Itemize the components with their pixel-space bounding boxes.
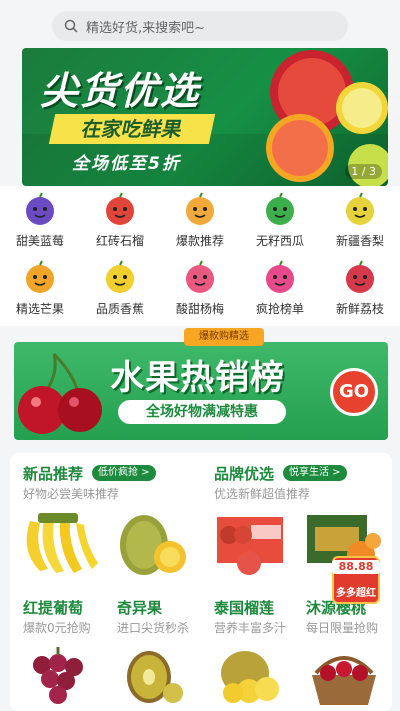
banana-icon	[106, 260, 134, 293]
new-products-desc: 好物必尝美味推荐	[23, 487, 120, 501]
watermelon-icon	[266, 192, 294, 225]
category-label: 无籽西瓜	[255, 234, 304, 248]
search-icon	[64, 19, 78, 33]
durian-image	[221, 651, 279, 703]
promo-subtitle: 全场好物满减特惠	[118, 400, 286, 424]
mini-card-desc: 营养丰富多汁	[214, 621, 287, 635]
search-placeholder: 精选好货,来搜索吧~	[86, 20, 206, 36]
promo-title: 水果热销榜	[110, 358, 285, 398]
banana-image	[26, 513, 98, 573]
mini-card-title: 泰国榴莲	[214, 599, 275, 617]
grapes-image	[33, 647, 83, 704]
thumbs-up-icon	[186, 192, 214, 225]
mini-card-desc: 每日限量抢购	[306, 621, 379, 635]
kiwi-image	[127, 651, 183, 703]
mini-card-desc: 进口尖货秒杀	[117, 621, 190, 635]
banner-pager: 1 / 3	[345, 164, 382, 179]
new-products-card[interactable]: 新品推荐 低价疯抢 > 好物必尝美味推荐	[10, 453, 201, 583]
red-packet-label: 多多超红	[336, 588, 376, 599]
category-grid: 甜美蓝莓 红砖石榴 爆款推荐 无籽西瓜 新疆香梨精选芒果 品质香蕉 酸甜杨梅 疯抢榜单 新鲜荔枝	[0, 186, 400, 326]
search-bar-container: 精选好货,来搜索吧~	[0, 0, 400, 48]
mini-card-desc: 爆款0元抢购	[23, 621, 91, 635]
category-item[interactable]: 爆款推荐	[160, 188, 240, 254]
category-label: 红砖石榴	[95, 234, 144, 248]
red-packet-amount: 88.88	[332, 560, 380, 574]
cherry-basket-image	[312, 656, 376, 705]
category-label: 疯抢榜单	[255, 302, 304, 316]
category-item[interactable]: 红砖石榴	[80, 188, 160, 254]
category-item[interactable]: 疯抢榜单	[240, 256, 320, 322]
apple-box-image	[217, 517, 283, 575]
cherry-image	[18, 352, 102, 434]
blueberry-icon	[26, 192, 54, 225]
lychee-icon	[346, 260, 374, 293]
brand-picks-badge[interactable]: 悦享生活 >	[283, 465, 347, 481]
category-item[interactable]: 新鲜荔枝	[320, 256, 400, 322]
category-label: 精选芒果	[15, 302, 64, 316]
brand-picks-desc: 优选新鲜超值推荐	[214, 487, 311, 501]
jackfruit-image	[120, 515, 186, 575]
category-label: 爆款推荐	[175, 234, 224, 248]
category-item[interactable]: 品质香蕉	[80, 256, 160, 322]
search-input[interactable]: 精选好货,来搜索吧~	[52, 11, 348, 41]
hot-sales-banner[interactable]: 爆款购精选 水果热销榜 全场好物满减特惠 GO	[14, 328, 388, 440]
brand-picks-title: 品牌优选	[214, 465, 275, 483]
hero-banner[interactable]: 尖货优选 在家吃鲜果 全场低至5折 1 / 3	[22, 48, 388, 186]
floating-red-packet[interactable]: 88.88 多多超红	[332, 556, 380, 604]
category-item[interactable]: 酸甜杨梅	[160, 256, 240, 322]
banner-tagline: 全场低至5折	[72, 154, 181, 174]
category-label: 品质香蕉	[95, 302, 144, 316]
category-item[interactable]: 无籽西瓜	[240, 188, 320, 254]
pear-icon	[346, 192, 374, 225]
mini-card-durian[interactable]: 泰国榴莲 营养丰富多汁	[201, 583, 296, 711]
category-label: 新鲜荔枝	[335, 302, 384, 316]
mango-icon	[26, 260, 54, 293]
new-products-badge[interactable]: 低价疯抢 >	[92, 465, 156, 481]
mini-card-grapes[interactable]: 红提葡萄 爆款0元抢购	[10, 583, 105, 711]
pomegranate-icon	[106, 192, 134, 225]
go-button[interactable]: GO	[330, 368, 378, 416]
banner-ribbon: 在家吃鲜果	[48, 114, 216, 144]
category-label: 甜美蓝莓	[15, 234, 64, 248]
category-item[interactable]: 甜美蓝莓	[0, 188, 80, 254]
trophy-icon	[266, 260, 294, 293]
star-fruit-icon	[186, 260, 214, 293]
mini-card-title: 红提葡萄	[23, 599, 84, 617]
category-item[interactable]: 新疆香梨	[320, 188, 400, 254]
new-products-title: 新品推荐	[23, 465, 84, 483]
mini-card-kiwi[interactable]: 奇异果 进口尖货秒杀	[105, 583, 200, 711]
category-label: 酸甜杨梅	[175, 302, 224, 316]
category-label: 新疆香梨	[335, 234, 384, 248]
promo-tag: 爆款购精选	[184, 328, 264, 346]
banner-headline: 尖货优选	[40, 69, 201, 113]
mini-card-title: 奇异果	[117, 599, 163, 617]
category-item[interactable]: 精选芒果	[0, 256, 80, 322]
